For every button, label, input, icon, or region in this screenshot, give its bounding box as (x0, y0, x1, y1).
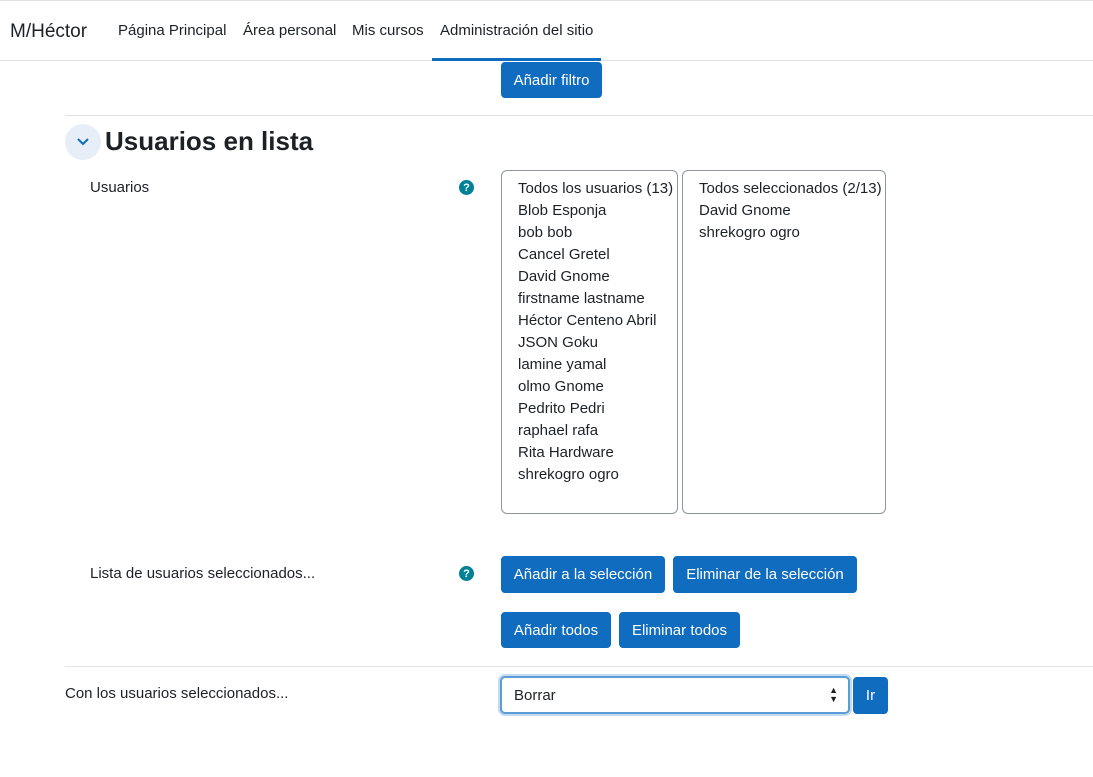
available-user-option[interactable]: Cancel Gretel (502, 244, 677, 266)
selected-user-option[interactable]: David Gnome (683, 200, 885, 222)
nav-item-my-courses[interactable]: Mis cursos (352, 22, 424, 39)
selection-list-label: Lista de usuarios seleccionados... (90, 565, 316, 582)
nav-item-home[interactable]: Página Principal (118, 22, 226, 39)
select-arrows-icon: ▲ ▼ (829, 685, 838, 704)
available-users-listbox[interactable]: Todos los usuarios (13) Blob Esponja bob b… (501, 170, 678, 514)
available-user-option[interactable]: lamine yamal (502, 354, 677, 376)
help-icon[interactable]: ? (459, 180, 474, 195)
site-brand[interactable]: M/Héctor (10, 21, 87, 43)
available-user-option[interactable]: Pedrito Pedri (502, 398, 677, 420)
available-user-option[interactable]: JSON Goku (502, 332, 677, 354)
help-icon[interactable]: ? (459, 566, 474, 581)
active-tab-indicator (432, 58, 601, 61)
bulk-action-label: Con los usuarios seleccionados... (65, 685, 289, 702)
add-filter-button[interactable]: Añadir filtro (501, 62, 602, 98)
selected-user-option[interactable]: Todos seleccionados (2/13) (683, 178, 885, 200)
available-user-option[interactable]: firstname lastname (502, 288, 677, 310)
available-user-option[interactable]: olmo Gnome (502, 376, 677, 398)
available-user-option[interactable]: David Gnome (502, 266, 677, 288)
available-user-option[interactable]: Blob Esponja (502, 200, 677, 222)
divider (65, 666, 1093, 667)
top-navbar: M/Héctor Página Principal Área personal … (0, 0, 1093, 61)
go-button[interactable]: Ir (853, 677, 888, 714)
nav-item-dashboard[interactable]: Área personal (243, 22, 336, 39)
selected-users-listbox[interactable]: Todos seleccionados (2/13) David Gnome shr… (682, 170, 886, 514)
users-label: Usuarios (90, 179, 150, 196)
section-title: Usuarios en lista (105, 126, 314, 156)
section-collapse-toggle[interactable] (65, 124, 101, 160)
divider (65, 115, 1093, 116)
bulk-action-select[interactable]: Borrar ▲ ▼ (500, 676, 850, 714)
available-user-option[interactable]: raphael rafa (502, 420, 677, 442)
available-user-option[interactable]: shrekogro ogro (502, 464, 677, 486)
available-user-option[interactable]: Todos los usuarios (13) (502, 178, 677, 200)
nav-item-site-admin[interactable]: Administración del sitio (440, 22, 593, 39)
remove-from-selection-button[interactable]: Eliminar de la selección (673, 556, 857, 593)
add-to-selection-button[interactable]: Añadir a la selección (501, 556, 665, 593)
available-user-option[interactable]: Rita Hardware (502, 442, 677, 464)
available-user-option[interactable]: Héctor Centeno Abril (502, 310, 677, 332)
add-all-button[interactable]: Añadir todos (501, 612, 611, 648)
chevron-down-icon (77, 138, 89, 146)
bulk-action-selected-value: Borrar (514, 687, 556, 704)
remove-all-button[interactable]: Eliminar todos (619, 612, 740, 648)
available-user-option[interactable]: bob bob (502, 222, 677, 244)
selected-user-option[interactable]: shrekogro ogro (683, 222, 885, 244)
